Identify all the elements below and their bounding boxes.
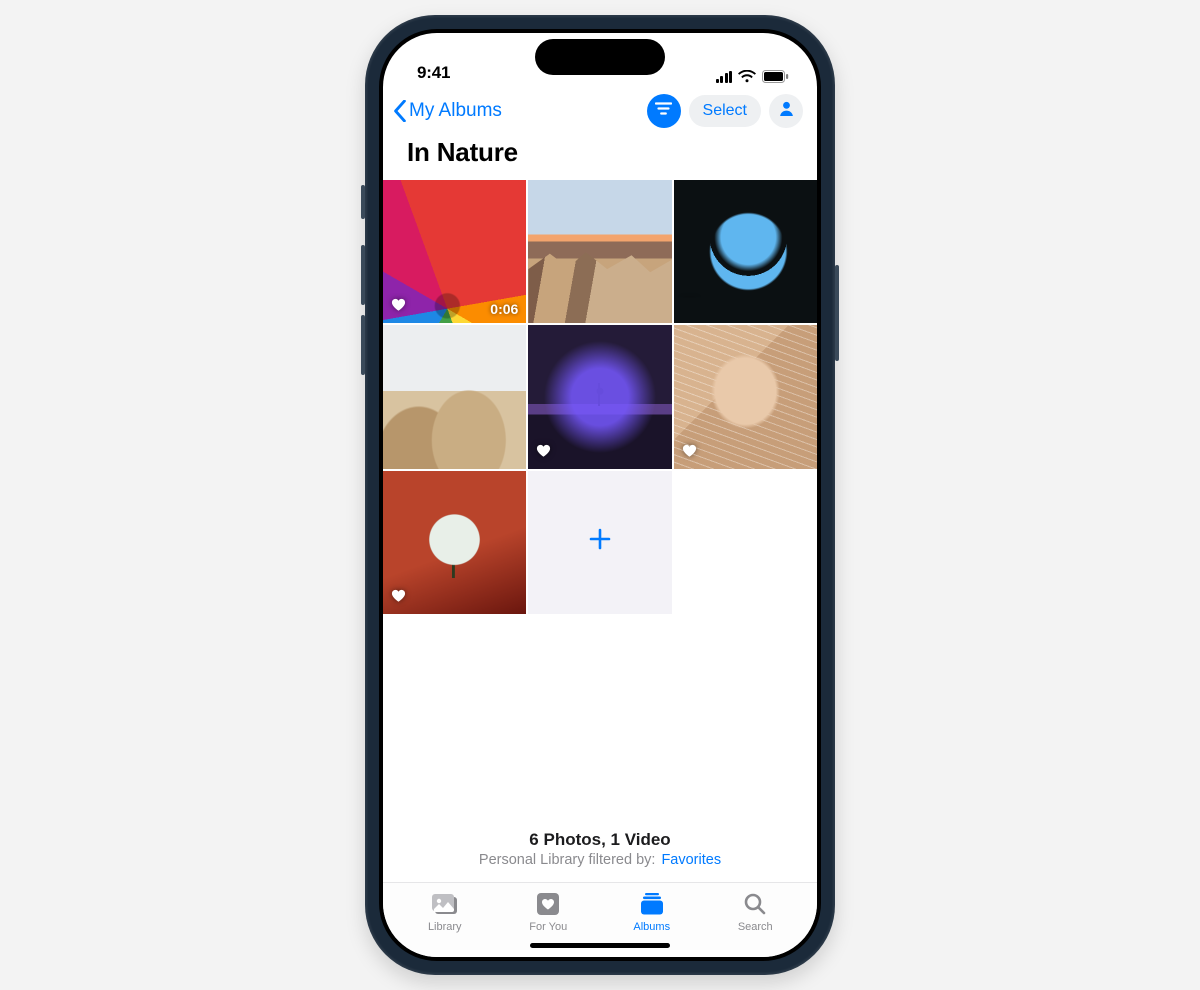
select-button[interactable]: Select: [689, 95, 761, 127]
cellular-icon: [716, 71, 733, 83]
dynamic-island: [535, 39, 665, 75]
albums-icon: [639, 891, 665, 917]
profile-button[interactable]: [769, 94, 803, 128]
photo-tile[interactable]: 0:06: [383, 180, 526, 323]
heart-icon: [536, 444, 551, 463]
photo-tile[interactable]: [674, 325, 817, 468]
tab-label: Search: [738, 921, 773, 933]
heart-icon: [536, 298, 551, 317]
album-summary: 6 Photos, 1 Video Personal Library filte…: [383, 830, 817, 882]
photo-tile[interactable]: [528, 180, 671, 323]
library-icon: [430, 891, 460, 917]
photo-tile[interactable]: [674, 180, 817, 323]
add-photo-button[interactable]: [528, 471, 671, 614]
heart-icon: [682, 298, 697, 317]
plus-icon: [588, 525, 612, 559]
filter-button[interactable]: [647, 94, 681, 128]
heart-icon: [682, 444, 697, 463]
side-button-volume-down: [361, 315, 365, 375]
tab-library[interactable]: Library: [410, 891, 480, 933]
summary-filter-prefix: Personal Library filtered by:: [479, 852, 656, 868]
battery-icon: [762, 70, 789, 83]
tab-label: Library: [428, 921, 462, 933]
tab-label: Albums: [633, 921, 670, 933]
side-button-volume-up: [361, 245, 365, 305]
heart-icon: [391, 444, 406, 463]
photo-tile[interactable]: [528, 325, 671, 468]
back-button[interactable]: My Albums: [389, 96, 506, 126]
heart-icon: [391, 589, 406, 608]
side-button-silence: [361, 185, 365, 219]
person-icon: [778, 100, 795, 122]
chevron-left-icon: [393, 100, 407, 122]
summary-filter-link[interactable]: Favorites: [661, 852, 721, 868]
photo-grid: 0:06: [383, 180, 817, 614]
nav-bar: My Albums Select: [383, 87, 817, 131]
tab-albums[interactable]: Albums: [617, 891, 687, 933]
page-title: In Nature: [383, 131, 817, 180]
home-indicator[interactable]: [530, 943, 670, 948]
tab-search[interactable]: Search: [720, 891, 790, 933]
photo-tile[interactable]: [383, 325, 526, 468]
for-you-icon: [536, 891, 560, 917]
phone-frame: 9:41: [365, 15, 835, 975]
photo-tile[interactable]: [383, 471, 526, 614]
filter-lines-icon: [655, 102, 672, 120]
summary-count: 6 Photos, 1 Video: [383, 830, 817, 850]
wifi-icon: [738, 70, 756, 83]
panorama-icon: [646, 301, 664, 317]
search-icon: [743, 891, 767, 917]
status-time: 9:41: [417, 63, 450, 83]
video-duration: 0:06: [490, 301, 518, 317]
tab-for-you[interactable]: For You: [513, 891, 583, 933]
heart-icon: [391, 298, 406, 317]
tab-label: For You: [529, 921, 567, 933]
back-label: My Albums: [409, 100, 502, 122]
side-button-power: [835, 265, 839, 361]
